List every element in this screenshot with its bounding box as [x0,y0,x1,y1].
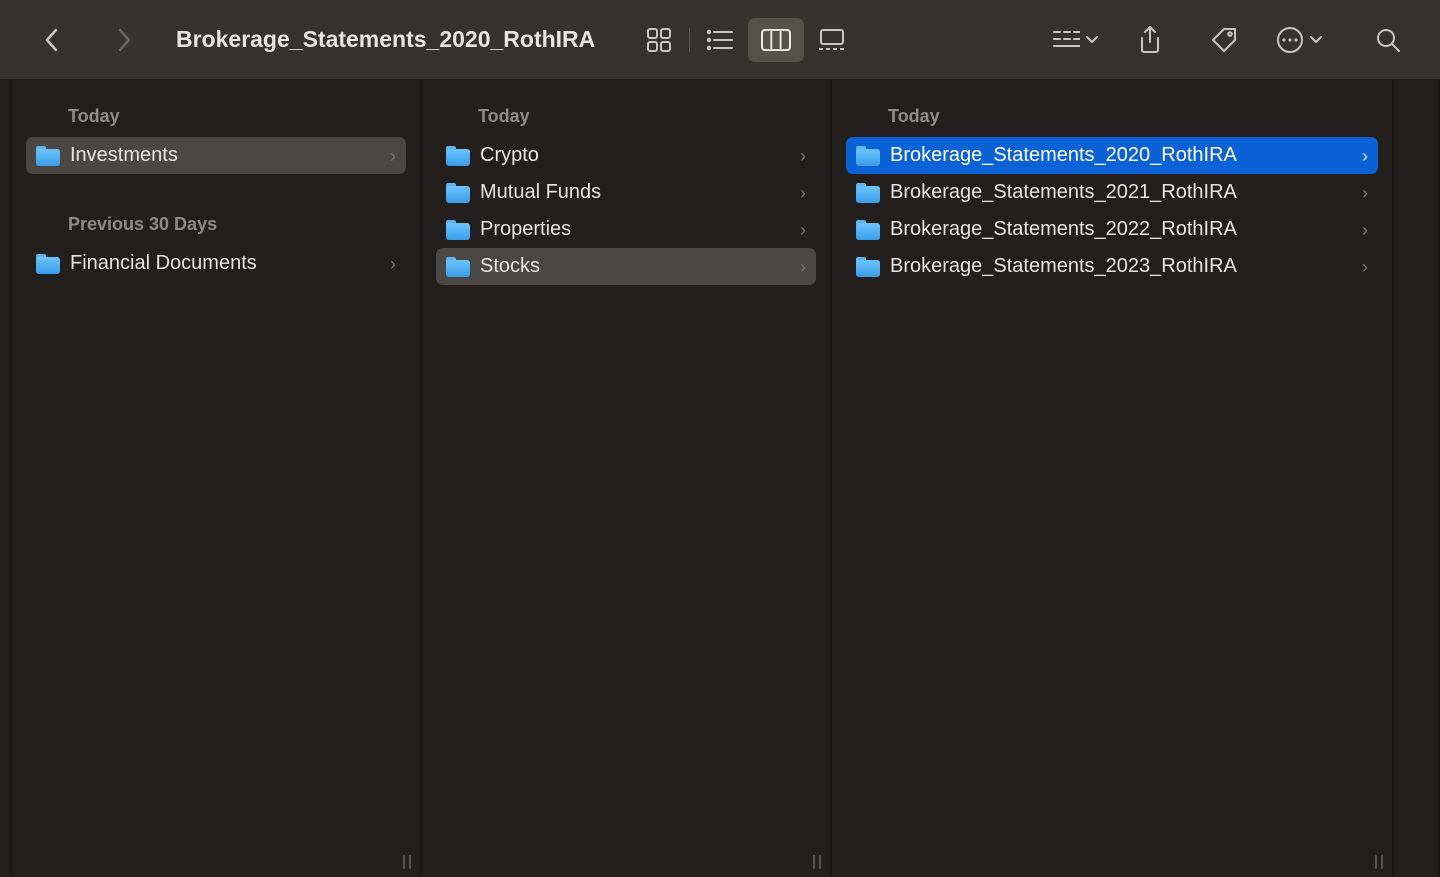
folder-label: Crypto [480,144,790,167]
column-empty [1394,80,1440,877]
folder-label: Brokerage_Statements_2021_RothIRA [890,181,1352,204]
folder-icon [446,146,470,166]
folder-row[interactable]: Brokerage_Statements_2022_RothIRA › [846,211,1378,248]
section-header: Today [26,84,406,137]
column-resize-handle[interactable] [1370,853,1388,871]
folder-icon [36,254,60,274]
view-list-button[interactable] [692,18,748,62]
chevron-right-icon: › [1362,147,1368,165]
folder-icon [36,146,60,166]
forward-button[interactable] [102,18,146,62]
folder-label: Investments [70,144,380,167]
share-button[interactable] [1128,18,1172,62]
folder-icon [446,257,470,277]
column-resize-handle[interactable] [808,853,826,871]
grid-icon [646,27,672,53]
folder-label: Brokerage_Statements_2020_RothIRA [890,144,1352,167]
separator [689,28,690,52]
section-header: Today [436,84,816,137]
folder-icon [856,183,880,203]
ellipsis-circle-icon [1276,26,1304,54]
chevron-right-icon: › [1362,221,1368,239]
share-icon [1138,26,1162,54]
view-gallery-button[interactable] [804,18,860,62]
folder-row[interactable]: Properties › [436,211,816,248]
folder-label: Mutual Funds [480,181,790,204]
folder-row[interactable]: Crypto › [436,137,816,174]
folder-label: Brokerage_Statements_2023_RothIRA [890,255,1352,278]
chevron-right-icon: › [390,147,396,165]
folder-icon [446,183,470,203]
search-icon [1375,27,1401,53]
gallery-icon [817,29,847,51]
folder-label: Stocks [480,255,790,278]
columns-icon [761,29,791,51]
folder-row[interactable]: Stocks › [436,248,816,285]
search-area [1366,18,1410,62]
tags-button[interactable] [1202,18,1246,62]
column-1: TodayCrypto›Mutual Funds›Properties›Stoc… [422,80,832,877]
folder-label: Brokerage_Statements_2022_RothIRA [890,218,1352,241]
toolbar: Brokerage_Statements_2020_RothIRA [0,0,1440,80]
chevron-right-icon: › [800,147,806,165]
list-icon [706,29,734,51]
folder-row[interactable]: Brokerage_Statements_2020_RothIRA › [846,137,1378,174]
chevron-right-icon: › [800,258,806,276]
folder-icon [856,146,880,166]
folder-row[interactable]: Financial Documents › [26,245,406,282]
columns-container: TodayInvestments›Previous 30 DaysFinanci… [0,80,1440,877]
folder-row[interactable]: Mutual Funds › [436,174,816,211]
folder-icon [856,220,880,240]
folder-icon [856,257,880,277]
column-0: TodayInvestments›Previous 30 DaysFinanci… [12,80,422,877]
nav-arrows [30,18,146,62]
view-columns-button[interactable] [748,18,804,62]
section-header: Today [846,84,1378,137]
folder-row[interactable]: Investments › [26,137,406,174]
tag-icon [1210,26,1238,54]
chevron-right-icon: › [1362,258,1368,276]
section-header: Previous 30 Days [26,192,406,245]
window-title: Brokerage_Statements_2020_RothIRA [176,26,595,53]
chevron-down-icon [1086,36,1098,44]
more-actions-button[interactable] [1276,18,1322,62]
column-resize-handle[interactable] [398,853,416,871]
folder-label: Financial Documents [70,252,380,275]
toolbar-actions [1052,18,1322,62]
folder-row[interactable]: Brokerage_Statements_2023_RothIRA › [846,248,1378,285]
chevron-down-icon [1310,36,1322,44]
back-button[interactable] [30,18,74,62]
chevron-right-icon: › [1362,184,1368,202]
search-button[interactable] [1366,18,1410,62]
view-mode-group [631,18,860,62]
left-gutter [0,80,12,877]
chevron-right-icon: › [800,184,806,202]
chevron-right-icon: › [800,221,806,239]
group-icon [1052,29,1080,51]
group-by-button[interactable] [1052,18,1098,62]
folder-row[interactable]: Brokerage_Statements_2021_RothIRA › [846,174,1378,211]
folder-icon [446,220,470,240]
column-2: TodayBrokerage_Statements_2020_RothIRA›B… [832,80,1394,877]
view-icons-button[interactable] [631,18,687,62]
chevron-right-icon: › [390,255,396,273]
folder-label: Properties [480,218,790,241]
